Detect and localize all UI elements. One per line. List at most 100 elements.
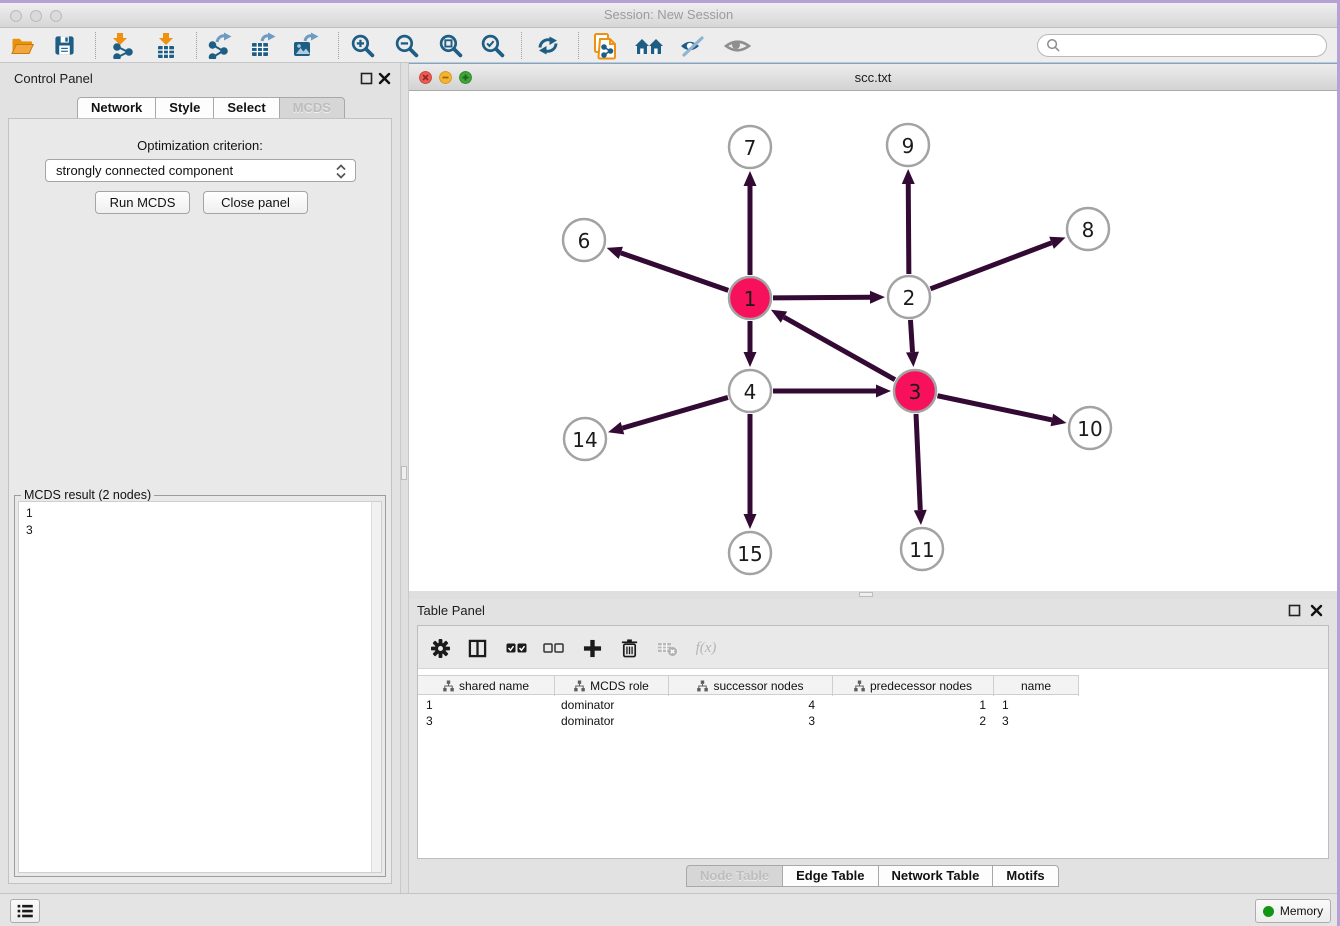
edge-3-11[interactable] [914, 414, 927, 525]
save-session-button[interactable] [46, 30, 82, 61]
open-session-icon [10, 34, 35, 58]
criterion-dropdown[interactable]: strongly connected component [45, 159, 356, 182]
open-session-button[interactable] [4, 30, 40, 61]
close-panel-icon[interactable] [1310, 604, 1323, 617]
column-header-successor-nodes[interactable]: successor nodes [669, 676, 833, 696]
node-label: 2 [903, 286, 916, 310]
column-header-predecessor-nodes[interactable]: predecessor nodes [833, 676, 994, 696]
horizontal-splitter[interactable] [409, 591, 1337, 599]
edge-2-8[interactable] [931, 237, 1066, 289]
search-icon [1046, 38, 1061, 53]
float-panel-icon[interactable] [360, 72, 373, 85]
zoom-fit-button[interactable] [432, 30, 468, 61]
task-history-button[interactable] [10, 899, 40, 923]
export-network-button[interactable] [202, 30, 238, 61]
import-network-button[interactable] [104, 30, 140, 61]
network-view-title: scc.txt [409, 70, 1337, 85]
node-11[interactable]: 11 [901, 528, 943, 570]
node-2[interactable]: 2 [888, 276, 930, 318]
edge-1-6[interactable] [607, 247, 729, 291]
tab-motifs[interactable]: Motifs [992, 865, 1058, 887]
mcds-result-list[interactable]: 1 3 [18, 501, 382, 873]
edge-3-10[interactable] [938, 396, 1067, 427]
node-3[interactable]: 3 [894, 370, 936, 412]
zoom-out-button[interactable] [388, 30, 424, 61]
delete-table-icon [657, 640, 678, 657]
table-row[interactable]: 1 dominator 4 1 1 [418, 697, 1079, 713]
search-input[interactable] [1037, 34, 1327, 57]
hide-selected-button[interactable] [674, 30, 710, 61]
edge-1-2[interactable] [773, 291, 885, 304]
delete-table-button[interactable] [654, 636, 680, 660]
node-10[interactable]: 10 [1069, 407, 1111, 449]
function-builder-icon: f(x) [696, 640, 717, 657]
tab-style[interactable]: Style [155, 97, 214, 119]
node-1[interactable]: 1 [729, 277, 771, 319]
node-4[interactable]: 4 [729, 370, 771, 412]
zoom-out-icon [394, 33, 419, 58]
gear-button[interactable] [427, 636, 453, 660]
zoom-in-button[interactable] [344, 30, 380, 61]
node-15[interactable]: 15 [729, 532, 771, 574]
table-row[interactable]: 3 dominator 3 2 3 [418, 713, 1079, 729]
export-image-button[interactable] [287, 30, 323, 61]
show-all-levels-button[interactable] [631, 30, 667, 61]
run-mcds-button[interactable]: Run MCDS [95, 191, 190, 214]
delete-button[interactable] [616, 636, 642, 660]
node-8[interactable]: 8 [1067, 208, 1109, 250]
result-scrollbar[interactable] [371, 502, 381, 872]
add-button[interactable] [579, 636, 605, 660]
network-window-titlebar: scc.txt [409, 64, 1337, 91]
new-network-from-selection-button[interactable] [587, 30, 623, 61]
import-table-button[interactable] [148, 30, 184, 61]
node-label: 8 [1082, 218, 1095, 242]
mcds-result-group: MCDS result (2 nodes) 1 3 [14, 495, 386, 877]
tab-node-table[interactable]: Node Table [686, 865, 783, 887]
tab-network[interactable]: Network [77, 97, 156, 119]
table-panel-title: Table Panel [417, 603, 485, 618]
refresh-button[interactable] [530, 30, 566, 61]
tab-network-table[interactable]: Network Table [878, 865, 994, 887]
edge-1-7[interactable] [744, 171, 757, 275]
unselect-all-button[interactable] [540, 636, 566, 660]
tab-select[interactable]: Select [213, 97, 279, 119]
close-panel-button[interactable]: Close panel [203, 191, 308, 214]
app-window: Session: New Session [0, 3, 1337, 926]
node-9[interactable]: 9 [887, 124, 929, 166]
edge-2-3[interactable] [906, 320, 919, 367]
node-6[interactable]: 6 [563, 219, 605, 261]
attribute-icon [697, 680, 708, 692]
cell-mcds-role: dominator [555, 713, 669, 729]
zoom-fit-icon [438, 33, 463, 58]
column-header-mcds-role[interactable]: MCDS role [555, 676, 669, 696]
column-header-shared-name[interactable]: shared name [418, 676, 555, 696]
memory-button[interactable]: Memory [1255, 899, 1331, 923]
edge-1-4[interactable] [744, 321, 757, 367]
function-builder-button[interactable]: f(x) [690, 636, 722, 660]
edge-4-3[interactable] [773, 385, 891, 398]
splitter-grip[interactable] [859, 592, 873, 597]
edge-3-1[interactable] [771, 310, 895, 380]
column-header-name[interactable]: name [994, 676, 1079, 696]
node-7[interactable]: 7 [729, 126, 771, 168]
close-panel-icon[interactable] [378, 72, 391, 85]
show-eye-button[interactable] [719, 30, 755, 61]
edge-4-15[interactable] [744, 414, 757, 529]
cell-name: 1 [994, 697, 1079, 713]
network-canvas[interactable]: 1 2 3 4 6 7 8 9 10 11 14 15 [409, 91, 1337, 592]
float-panel-icon[interactable] [1288, 604, 1301, 617]
node-label: 6 [578, 229, 591, 253]
export-table-button[interactable] [244, 30, 280, 61]
show-columns-button[interactable] [464, 636, 490, 660]
node-label: 10 [1077, 417, 1102, 441]
zoom-selected-button[interactable] [474, 30, 510, 61]
splitter-grip[interactable] [401, 466, 407, 480]
tab-edge-table[interactable]: Edge Table [782, 865, 878, 887]
node-14[interactable]: 14 [564, 418, 606, 460]
edge-4-14[interactable] [608, 397, 728, 434]
edge-2-9[interactable] [902, 169, 915, 274]
tab-mcds[interactable]: MCDS [279, 97, 345, 119]
delete-icon [620, 638, 639, 658]
select-all-button[interactable] [503, 636, 529, 660]
vertical-splitter[interactable] [400, 63, 409, 893]
